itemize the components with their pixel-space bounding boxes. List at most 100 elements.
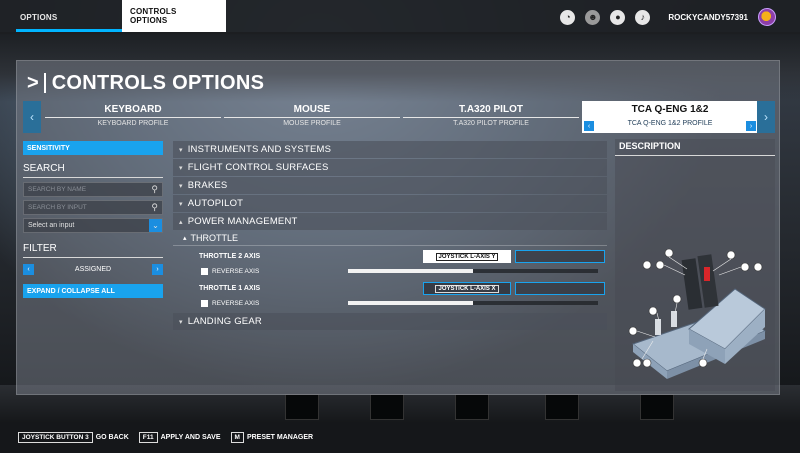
- cockpit-display: [370, 394, 404, 420]
- search-icon: ⚲: [151, 202, 158, 212]
- friends-icon[interactable]: ☻: [585, 9, 601, 25]
- search-icon: ⚲: [151, 184, 158, 194]
- bottom-action-bar: JOYSTICK BUTTON 3 GO BACK F11 APPLY AND SA…: [0, 422, 800, 453]
- device-profile: T.A320 PILOT PROFILE: [453, 120, 529, 127]
- device-name: TCA Q-ENG 1&2: [631, 104, 709, 115]
- device-tabs: ‹ KEYBOARD KEYBOARD PROFILE MOUSE MOUSE …: [23, 101, 775, 133]
- category-label: LANDING GEAR: [187, 316, 262, 327]
- next-device-button[interactable]: ›: [757, 101, 775, 133]
- select-input-value: Select an input: [28, 222, 75, 229]
- tab-underline: [45, 117, 221, 118]
- go-back-action[interactable]: JOYSTICK BUTTON 3 GO BACK: [18, 432, 129, 443]
- category-brakes[interactable]: ▾ BRAKES: [173, 177, 607, 194]
- profile-icon[interactable]: ●: [610, 9, 626, 25]
- search-by-name-placeholder: SEARCH BY NAME: [28, 186, 87, 193]
- reverse-axis-label: REVERSE AXIS: [212, 299, 260, 307]
- reverse-axis-row: REVERSE AXIS: [173, 265, 607, 277]
- binding-key: JOYSTICK L-AXIS X: [435, 284, 499, 293]
- left-sidebar: SENSITIVITY SEARCH SEARCH BY NAME ⚲ SEAR…: [23, 141, 163, 298]
- page-title: > CONTROLS OPTIONS: [27, 69, 264, 97]
- filter-value: ASSIGNED: [74, 265, 112, 273]
- cockpit-display: [640, 394, 674, 420]
- prev-profile-button[interactable]: ‹: [584, 121, 594, 131]
- go-back-key: JOYSTICK BUTTON 3: [18, 432, 93, 443]
- sensitivity-button[interactable]: SENSITIVITY: [23, 141, 163, 155]
- user-area: ◔ ☻ ● ♪ ROCKYCANDY57391: [560, 8, 800, 26]
- reverse-axis-checkbox[interactable]: [201, 267, 208, 275]
- binding-input-primary[interactable]: JOYSTICK L-AXIS Y: [423, 250, 511, 263]
- prev-device-button[interactable]: ‹: [23, 101, 41, 133]
- binding-input-secondary[interactable]: [515, 250, 605, 263]
- device-name: MOUSE: [293, 104, 331, 115]
- filter-selector[interactable]: ‹ ASSIGNED ›: [23, 262, 163, 276]
- binding-row-throttle2: THROTTLE 2 AXIS JOYSTICK L-AXIS Y: [173, 248, 607, 265]
- reverse-axis-checkbox[interactable]: [201, 299, 208, 307]
- category-autopilot[interactable]: ▾ AUTOPILOT: [173, 195, 607, 212]
- apply-label: APPLY AND SAVE: [160, 434, 221, 441]
- tab-options[interactable]: OPTIONS: [0, 0, 122, 34]
- chevron-down-icon: ▾: [179, 164, 183, 172]
- username[interactable]: ROCKYCANDY57391: [668, 13, 748, 22]
- description-header: DESCRIPTION: [615, 139, 775, 156]
- axis-level-fill: [348, 269, 473, 273]
- search-by-name-input[interactable]: SEARCH BY NAME ⚲: [23, 182, 163, 197]
- subcategory-label: THROTTLE: [190, 233, 239, 243]
- chevron-up-icon: ▴: [179, 218, 183, 226]
- preset-label: PRESET MANAGER: [246, 434, 314, 441]
- page-title-text: CONTROLS OPTIONS: [51, 71, 265, 94]
- category-instruments[interactable]: ▾ INSTRUMENTS AND SYSTEMS: [173, 141, 607, 158]
- chevron-right-icon: >: [27, 71, 39, 94]
- top-bar: OPTIONS CONTROLS OPTIONS ◔ ☻ ● ♪ ROCKYCA…: [0, 0, 800, 34]
- filter-next-button[interactable]: ›: [152, 263, 163, 275]
- tab-underline: [224, 117, 400, 118]
- tab-underline: [582, 117, 758, 118]
- search-by-input-placeholder: SEARCH BY INPUT: [28, 204, 87, 211]
- cockpit-display: [285, 394, 319, 420]
- tab-underline: [403, 117, 579, 118]
- tab-device-ta320[interactable]: T.A320 PILOT T.A320 PILOT PROFILE: [403, 101, 579, 133]
- description-panel: DESCRIPTION: [615, 139, 775, 391]
- go-back-label: GO BACK: [95, 434, 129, 441]
- tab-device-mouse[interactable]: MOUSE MOUSE PROFILE: [224, 101, 400, 133]
- filter-prev-button[interactable]: ‹: [23, 263, 34, 275]
- device-name: KEYBOARD: [104, 104, 162, 115]
- binding-key: JOYSTICK L-AXIS Y: [435, 252, 499, 261]
- throttle-quadrant-diagram: [628, 248, 767, 379]
- expand-collapse-all-button[interactable]: EXPAND / COLLAPSE ALL: [23, 284, 163, 298]
- cockpit-display: [545, 394, 579, 420]
- chevron-down-icon: ▾: [179, 182, 183, 190]
- avatar[interactable]: [758, 8, 776, 26]
- category-label: AUTOPILOT: [187, 198, 244, 209]
- tab-device-tca-qeng[interactable]: TCA Q-ENG 1&2 TCA Q-ENG 1&2 PROFILE ‹ ›: [582, 101, 758, 133]
- select-input-dropdown[interactable]: Select an input ⌄: [23, 218, 163, 233]
- bindings-list: ▾ INSTRUMENTS AND SYSTEMS ▾ FLIGHT CONTR…: [173, 141, 607, 331]
- reverse-axis-row: REVERSE AXIS: [173, 297, 607, 309]
- device-profile: KEYBOARD PROFILE: [97, 120, 169, 127]
- binding-input-secondary[interactable]: [515, 282, 605, 295]
- controls-options-panel: > CONTROLS OPTIONS ‹ KEYBOARD KEYBOARD P…: [16, 60, 780, 395]
- activity-icon[interactable]: ◔: [560, 9, 576, 25]
- notifications-icon[interactable]: ♪: [635, 9, 651, 25]
- axis-level-bar: [348, 301, 598, 305]
- search-label: SEARCH: [23, 163, 163, 178]
- apply-and-save-action[interactable]: F11 APPLY AND SAVE: [138, 432, 221, 443]
- chevron-down-icon: ⌄: [149, 219, 162, 232]
- apply-key: F11: [138, 432, 158, 443]
- search-by-input-field[interactable]: SEARCH BY INPUT ⚲: [23, 200, 163, 215]
- category-power-management[interactable]: ▴ POWER MANAGEMENT: [173, 213, 607, 230]
- next-profile-button[interactable]: ›: [746, 121, 756, 131]
- cockpit-display: [455, 394, 489, 420]
- category-label: INSTRUMENTS AND SYSTEMS: [187, 144, 332, 155]
- axis-level-fill: [348, 301, 473, 305]
- category-label: BRAKES: [187, 180, 228, 191]
- category-flight-surfaces[interactable]: ▾ FLIGHT CONTROL SURFACES: [173, 159, 607, 176]
- tab-device-keyboard[interactable]: KEYBOARD KEYBOARD PROFILE: [45, 101, 221, 133]
- tab-controls-options[interactable]: CONTROLS OPTIONS: [122, 0, 226, 32]
- binding-input-primary[interactable]: JOYSTICK L-AXIS X: [423, 282, 511, 295]
- category-landing-gear[interactable]: ▾ LANDING GEAR: [173, 313, 607, 330]
- preset-manager-action[interactable]: M PRESET MANAGER: [230, 432, 314, 443]
- device-profile: TCA Q-ENG 1&2 PROFILE: [627, 120, 713, 127]
- binding-row-throttle1: THROTTLE 1 AXIS JOYSTICK L-AXIS X: [173, 280, 607, 297]
- chevron-down-icon: ▾: [179, 318, 183, 326]
- subcategory-throttle[interactable]: ▴ THROTTLE: [173, 231, 607, 246]
